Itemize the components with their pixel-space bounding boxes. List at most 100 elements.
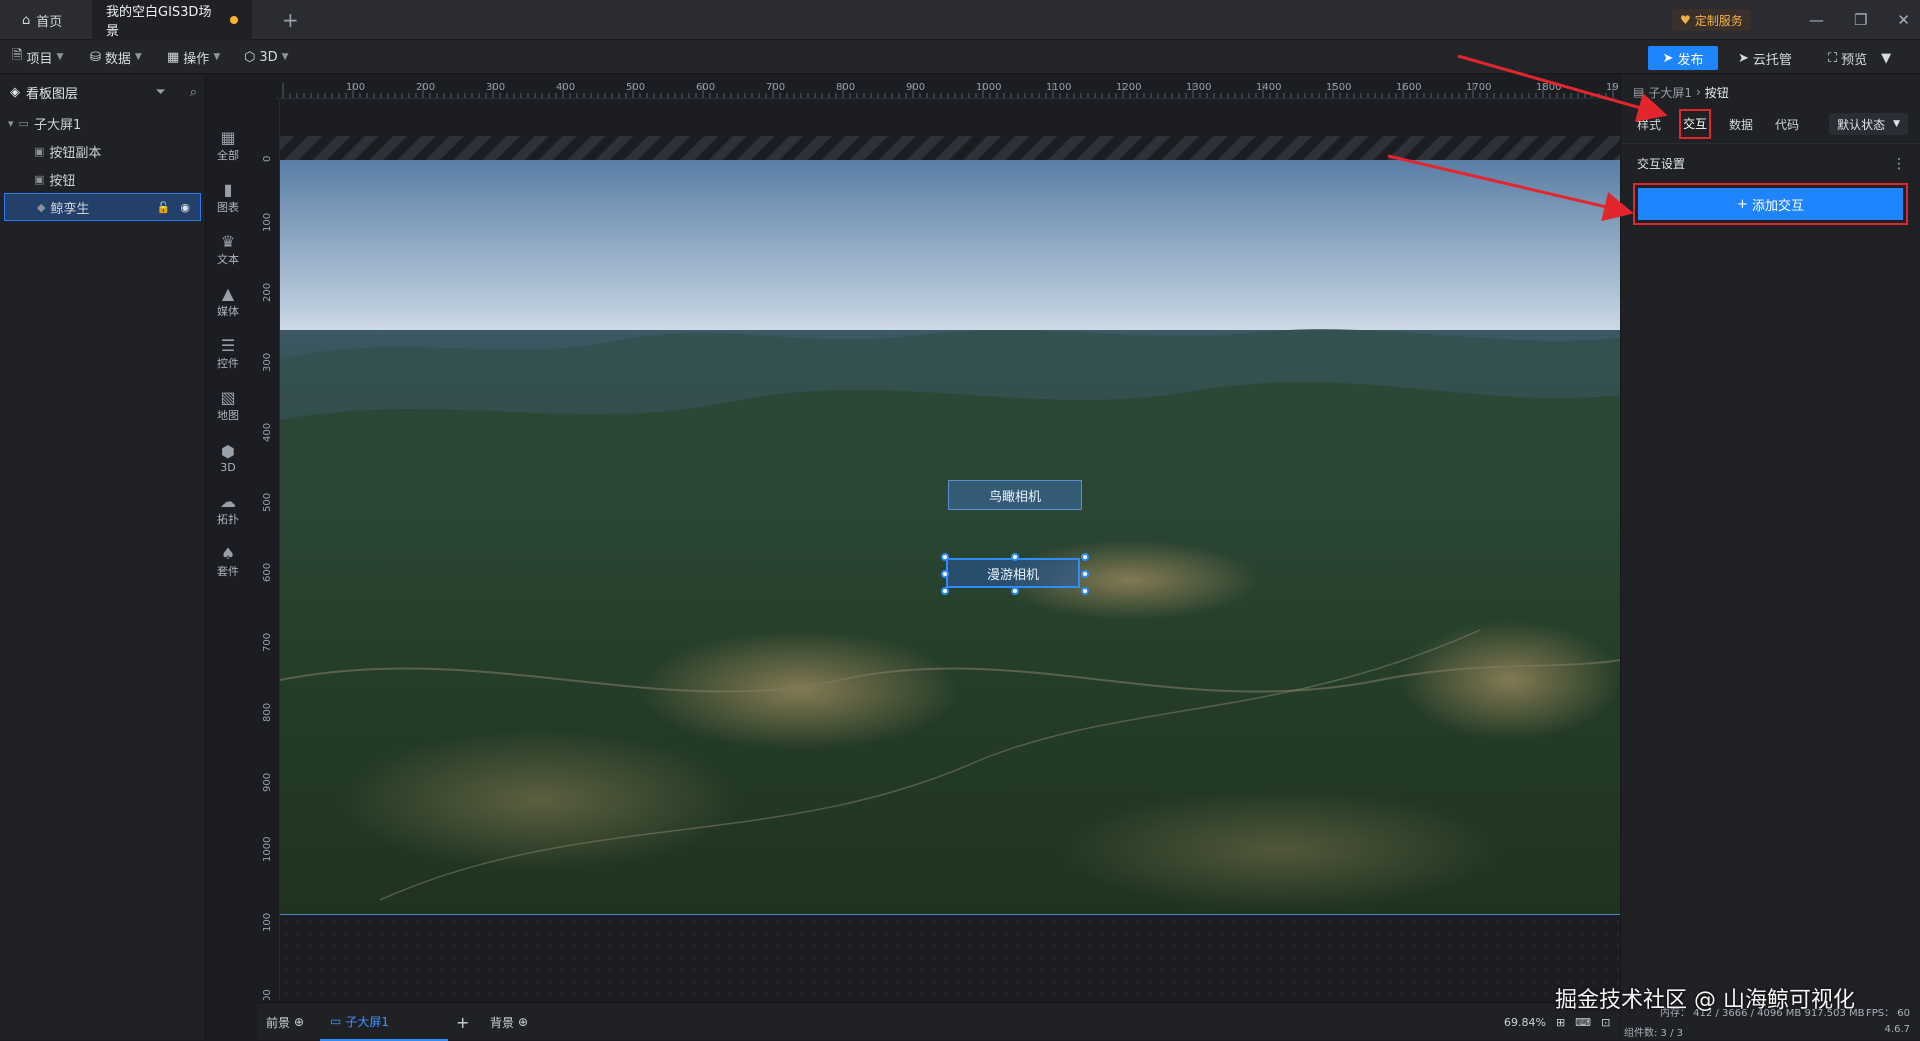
ruler-label: 400 (262, 423, 273, 442)
caret-down-icon: ▾ (8, 116, 14, 130)
tab-home[interactable]: ⌂ 首页 (8, 0, 88, 40)
minimize-icon[interactable]: — (1809, 11, 1824, 29)
terminal-icon[interactable]: ⊡ (1601, 1016, 1610, 1029)
ruler-label: 900 (262, 773, 273, 792)
suite-icon: ♠ (220, 544, 236, 563)
layer-item-button[interactable]: ▣ 按钮 (0, 165, 205, 193)
category-map[interactable]: ▧ 地图 (206, 380, 250, 432)
heart-icon: ♥ (1680, 13, 1691, 27)
resize-handle[interactable] (941, 553, 949, 561)
ruler-label: 800 (836, 82, 855, 93)
cube-icon: ⬡ (244, 49, 256, 65)
category-chart[interactable]: ▮ 图表 (206, 172, 250, 224)
more-icon[interactable]: ⋮ (1892, 156, 1906, 172)
version-label: 4.6.7 (1884, 1024, 1910, 1035)
custom-service-button[interactable]: ♥ 定制服务 (1672, 9, 1751, 31)
fit-icon[interactable]: ⊞ (1556, 1016, 1565, 1029)
layer-item-twin[interactable]: ◆ 鲸孪生 🔓 ◉ (4, 193, 201, 221)
interaction-section-header: 交互设置 ⋮ (1621, 143, 1920, 183)
resize-handle[interactable] (1081, 553, 1089, 561)
ruler-label: 700 (262, 633, 273, 652)
preview-button[interactable]: ⛶ 预览 ▼ (1828, 46, 1891, 70)
foreground-tab[interactable]: 前景 ⊕ (266, 1003, 304, 1041)
layer-item-screen[interactable]: ▾ ▭ 子大屏1 (0, 109, 205, 137)
search-icon[interactable]: ⌕ (190, 85, 197, 100)
ruler-label: 300 (262, 353, 273, 372)
zoom-level[interactable]: 69.84% (1504, 1016, 1546, 1029)
canvas-top-margin (280, 136, 1620, 160)
menu-3d[interactable]: ⬡ 3D ▼ (244, 40, 289, 74)
resize-handle[interactable] (1011, 587, 1019, 595)
ruler-label: 200 (416, 82, 435, 93)
resize-handle[interactable] (941, 570, 949, 578)
category-suite[interactable]: ♠ 套件 (206, 536, 250, 588)
watermark: 掘金技术社区 @ 山海鲸可视化 (1555, 988, 1855, 1013)
control-icon: ☰ (220, 336, 236, 355)
bird-camera-button[interactable]: 鸟瞰相机 (948, 480, 1082, 510)
add-interaction-highlight: + 添加交互 (1633, 183, 1908, 225)
property-tabs: 样式 交互 数据 代码 默认状态 ▼ (1621, 109, 1920, 139)
screen-icon: ▤ (1633, 85, 1645, 99)
chevron-down-icon: ▼ (1881, 50, 1892, 66)
cloud-host-button[interactable]: ➤ 云托管 (1738, 46, 1792, 70)
ruler-label: 900 (906, 82, 925, 93)
file-icon: 🗎 (12, 48, 23, 63)
add-tab-button[interactable]: + (268, 0, 313, 40)
add-circle-icon[interactable]: ⊕ (518, 1015, 528, 1029)
ruler-label: 1200 (1116, 82, 1141, 93)
menu-operate[interactable]: ▦ 操作 ▼ (167, 40, 220, 74)
layer-item-button-copy[interactable]: ▣ 按钮副本 (0, 137, 205, 165)
component-count: 组件数: 3 / 3 (1624, 1028, 1683, 1039)
ruler-label: 1300 (1186, 82, 1211, 93)
close-icon[interactable]: ✕ (1897, 11, 1910, 29)
map-icon: ▧ (220, 388, 236, 407)
add-circle-icon[interactable]: ⊕ (294, 1015, 304, 1029)
ruler-label: 100 (262, 213, 273, 232)
filter-icon[interactable]: ⏷ (155, 85, 165, 100)
ruler-label: 600 (696, 82, 715, 93)
ruler-label: 1700 (1466, 82, 1491, 93)
category-all[interactable]: ▦ 全部 (206, 120, 250, 172)
tab-scene[interactable]: 我的空白GIS3D场景 (92, 0, 252, 40)
add-interaction-button[interactable]: + 添加交互 (1638, 188, 1903, 220)
screen-icon: ▭ (330, 1014, 342, 1028)
background-tab[interactable]: 背景 ⊕ (490, 1003, 528, 1041)
resize-handle[interactable] (941, 587, 949, 595)
screen-tab[interactable]: ▭ 子大屏1 (320, 1003, 448, 1041)
category-media[interactable]: ▲ 媒体 (206, 276, 250, 328)
resize-handle[interactable] (1081, 570, 1089, 578)
send-icon: ➤ (1738, 50, 1749, 66)
restore-icon[interactable]: ❐ (1854, 11, 1867, 29)
layers-header: ◈ 看板图层 ⏷ ⌕ (10, 84, 197, 102)
plus-icon: + (1737, 196, 1748, 212)
add-screen-button[interactable]: + (456, 1003, 469, 1041)
tab-interaction[interactable]: 交互 (1679, 109, 1712, 139)
category-3d[interactable]: ⬢ 3D (206, 432, 250, 484)
screen-bottom-bar: 前景 ⊕ ▭ 子大屏1 + 背景 ⊕ 69.84% ⊞ ⌨ ⊡ (258, 1002, 1620, 1041)
publish-button[interactable]: ➤ 发布 (1648, 46, 1718, 70)
unlock-icon[interactable]: 🔓 (157, 201, 171, 214)
ruler-top: 100 200 300 400 500 600 700 800 900 1000 1100 1200 1… (276, 75, 1618, 99)
eye-icon[interactable]: ◉ (180, 201, 190, 214)
resize-handle[interactable] (1081, 587, 1089, 595)
resize-handle[interactable] (1011, 553, 1019, 561)
send-icon: ➤ (1662, 50, 1674, 66)
ruler-label: 200 (262, 283, 273, 302)
menu-project[interactable]: 🗎 项目 ▼ (12, 40, 63, 74)
category-topology[interactable]: ☁ 拓扑 (206, 484, 250, 536)
category-control[interactable]: ☰ 控件 (206, 328, 250, 380)
ruler-label: 1500 (1326, 82, 1351, 93)
ruler-left: 0 100 200 300 400 500 600 700 800 900 1000 100 00 (258, 100, 280, 1000)
menu-data[interactable]: ⛁ 数据 ▼ (90, 40, 142, 74)
category-text[interactable]: ♛ 文本 (206, 224, 250, 276)
tab-data[interactable]: 数据 (1725, 109, 1757, 139)
state-select[interactable]: 默认状态 ▼ (1829, 113, 1908, 135)
keyboard-icon[interactable]: ⌨ (1575, 1016, 1591, 1029)
roam-camera-button[interactable]: 漫游相机 (946, 558, 1080, 588)
layers-icon: ◈ (10, 84, 20, 100)
canvas-stage[interactable]: 鸟瞰相机 漫游相机 (280, 160, 1620, 915)
tab-style[interactable]: 样式 (1633, 109, 1665, 139)
tab-code[interactable]: 代码 (1771, 109, 1803, 139)
ruler-label: 0 (262, 156, 273, 162)
layer-tree: ▾ ▭ 子大屏1 ▣ 按钮副本 ▣ 按钮 ◆ 鲸孪生 🔓 ◉ (0, 109, 205, 221)
